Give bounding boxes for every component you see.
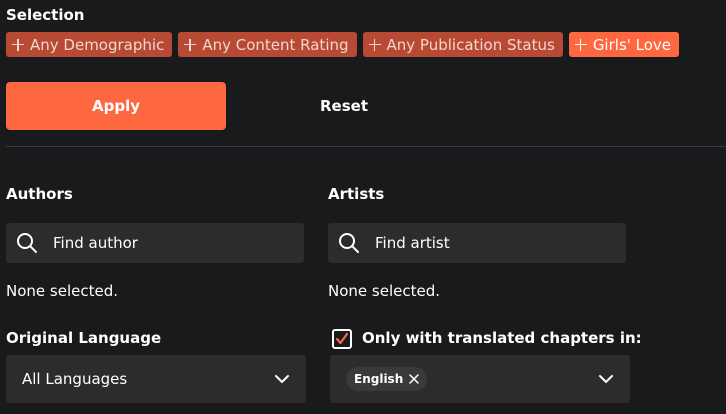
authors-none-selected: None selected.	[6, 282, 118, 300]
original-language-label: Original Language	[6, 329, 162, 347]
original-language-value: All Languages	[22, 370, 128, 388]
translated-checkbox[interactable]	[332, 329, 352, 349]
plus-icon	[574, 38, 587, 51]
translated-label: Only with translated chapters in:	[362, 329, 642, 347]
artists-none-selected: None selected.	[328, 282, 440, 300]
language-chip-english: English	[346, 367, 428, 391]
divider	[6, 146, 726, 147]
search-icon	[338, 232, 360, 254]
artists-label: Artists	[328, 185, 385, 203]
chip-demographic[interactable]: Any Demographic	[6, 32, 173, 57]
chip-content-rating[interactable]: Any Content Rating	[178, 32, 357, 57]
chevron-down-icon	[598, 371, 614, 387]
chip-label: Any Content Rating	[202, 35, 349, 54]
reset-button[interactable]: Reset	[234, 82, 454, 130]
plus-icon	[184, 38, 197, 51]
language-chip-label: English	[354, 372, 404, 386]
chip-girls-love[interactable]: Girls' Love	[568, 32, 680, 57]
translated-language-select[interactable]: English	[330, 355, 630, 403]
close-icon[interactable]	[409, 374, 419, 384]
translated-selected-list: English	[346, 367, 598, 391]
author-search	[6, 223, 304, 263]
chip-label: Girls' Love	[592, 35, 672, 54]
selection-title: Selection	[6, 6, 85, 24]
checkmark-icon	[335, 332, 349, 345]
chip-publication-status[interactable]: Any Publication Status	[362, 32, 563, 57]
chevron-down-icon	[274, 371, 290, 387]
search-icon	[16, 232, 38, 254]
chip-label: Any Publication Status	[386, 35, 555, 54]
plus-icon	[368, 38, 381, 51]
selection-chips: Any Demographic Any Content Rating Any P…	[6, 32, 680, 57]
authors-label: Authors	[6, 185, 73, 203]
original-language-select[interactable]: All Languages	[6, 355, 306, 403]
author-search-input[interactable]	[53, 234, 273, 252]
artist-search-input[interactable]	[375, 234, 595, 252]
apply-button[interactable]: Apply	[6, 82, 226, 130]
artist-search	[328, 223, 626, 263]
plus-icon	[12, 38, 24, 51]
chip-label: Any Demographic	[30, 35, 165, 54]
